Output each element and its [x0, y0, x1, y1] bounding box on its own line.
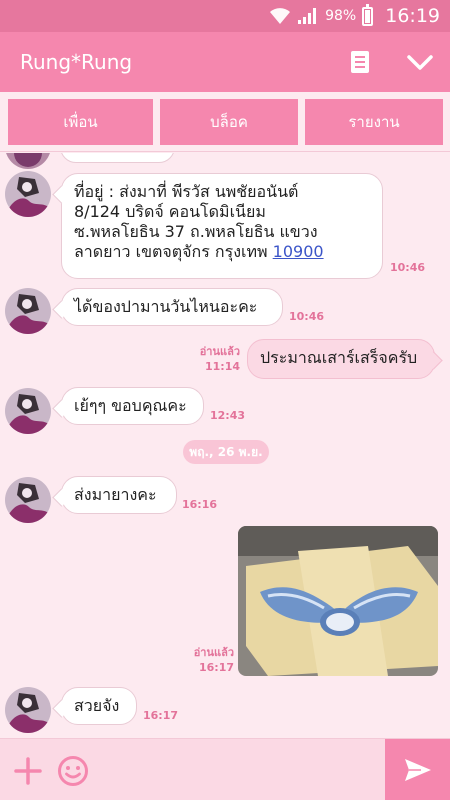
battery-percent: 98% [325, 8, 357, 24]
message-time: 16:17 [198, 661, 234, 674]
message-bubble: ส่งมายางคะ [61, 476, 177, 514]
signal-icon [298, 8, 317, 24]
message-time: 16:17 [143, 709, 179, 722]
send-icon [404, 759, 431, 781]
message-bubble-address: ที่อยู่ : ส่งมาที่ พีรวัส นพชัยอนันต์ 8/… [61, 173, 383, 279]
avatar [5, 153, 51, 169]
date-divider: พฤ., 26 พ.ย. [183, 440, 269, 464]
wifi-icon [270, 8, 291, 24]
message-time: 10:46 [289, 310, 325, 323]
emoji-icon[interactable] [57, 755, 89, 787]
message-text: ซ.พหลโยธิน 37 ถ.พหลโยธิน แขวง [74, 222, 318, 241]
friend-button[interactable]: เพื่อน [8, 99, 153, 145]
postal-code-link[interactable]: 10900 [273, 242, 324, 261]
avatar [5, 388, 51, 434]
message-text: ประมาณเสาร์เสร็จครับ [260, 348, 418, 367]
send-button[interactable] [385, 739, 450, 800]
message-time: 12:43 [210, 409, 246, 422]
chat-title: Rung*Rung [20, 50, 133, 74]
clock: 16:19 [385, 5, 440, 27]
notes-icon[interactable] [346, 48, 374, 76]
message-text: 8/124 บริดจ์ คอนโดมิเนียม [74, 202, 266, 221]
message-text: ที่อยู่ : ส่งมาที่ พีรวัส นพชัยอนันต์ [74, 182, 299, 201]
app-bar: Rung*Rung [0, 32, 450, 92]
message-bubble: ได้ของปามานวันไหนอะคะ [61, 288, 283, 326]
message-input-bar [0, 738, 450, 800]
message-bubble: สวยจัง [61, 687, 137, 725]
chevron-down-icon[interactable] [404, 48, 436, 76]
plus-icon[interactable] [14, 757, 42, 785]
avatar [5, 288, 51, 334]
action-bar: เพื่อน บล็อค รายงาน [0, 92, 450, 152]
message-time: 10:46 [390, 261, 426, 274]
avatar [5, 477, 51, 523]
message-text: ลาดยาว เขตจตุจักร กรุงเทพ [74, 242, 268, 261]
message-time: 11:14 [204, 360, 240, 373]
message-text: สวยจัง [74, 696, 120, 715]
avatar [5, 171, 51, 217]
chat-area[interactable]: ที่อยู่ : ส่งมาที่ พีรวัส นพชัยอนันต์ 8/… [0, 153, 450, 738]
message-time: 16:16 [182, 498, 218, 511]
read-receipt: อ่านแล้ว [199, 345, 240, 358]
read-receipt: อ่านแล้ว [193, 646, 234, 659]
message-bubble-outgoing: ประมาณเสาร์เสร็จครับ [247, 339, 435, 379]
message-bubble-partial [60, 153, 175, 163]
message-bubble: เย้ๆๆ ขอบคุณคะ [61, 387, 204, 425]
photo-message[interactable] [238, 526, 438, 676]
message-text: ส่งมายางคะ [74, 485, 157, 504]
status-bar: 98% 16:19 [0, 0, 450, 32]
block-button[interactable]: บล็อค [160, 99, 298, 145]
message-text: เย้ๆๆ ขอบคุณคะ [74, 396, 187, 415]
avatar [5, 687, 51, 733]
report-button[interactable]: รายงาน [305, 99, 443, 145]
battery-icon [362, 3, 374, 26]
message-text: ได้ของปามานวันไหนอะคะ [74, 297, 258, 316]
